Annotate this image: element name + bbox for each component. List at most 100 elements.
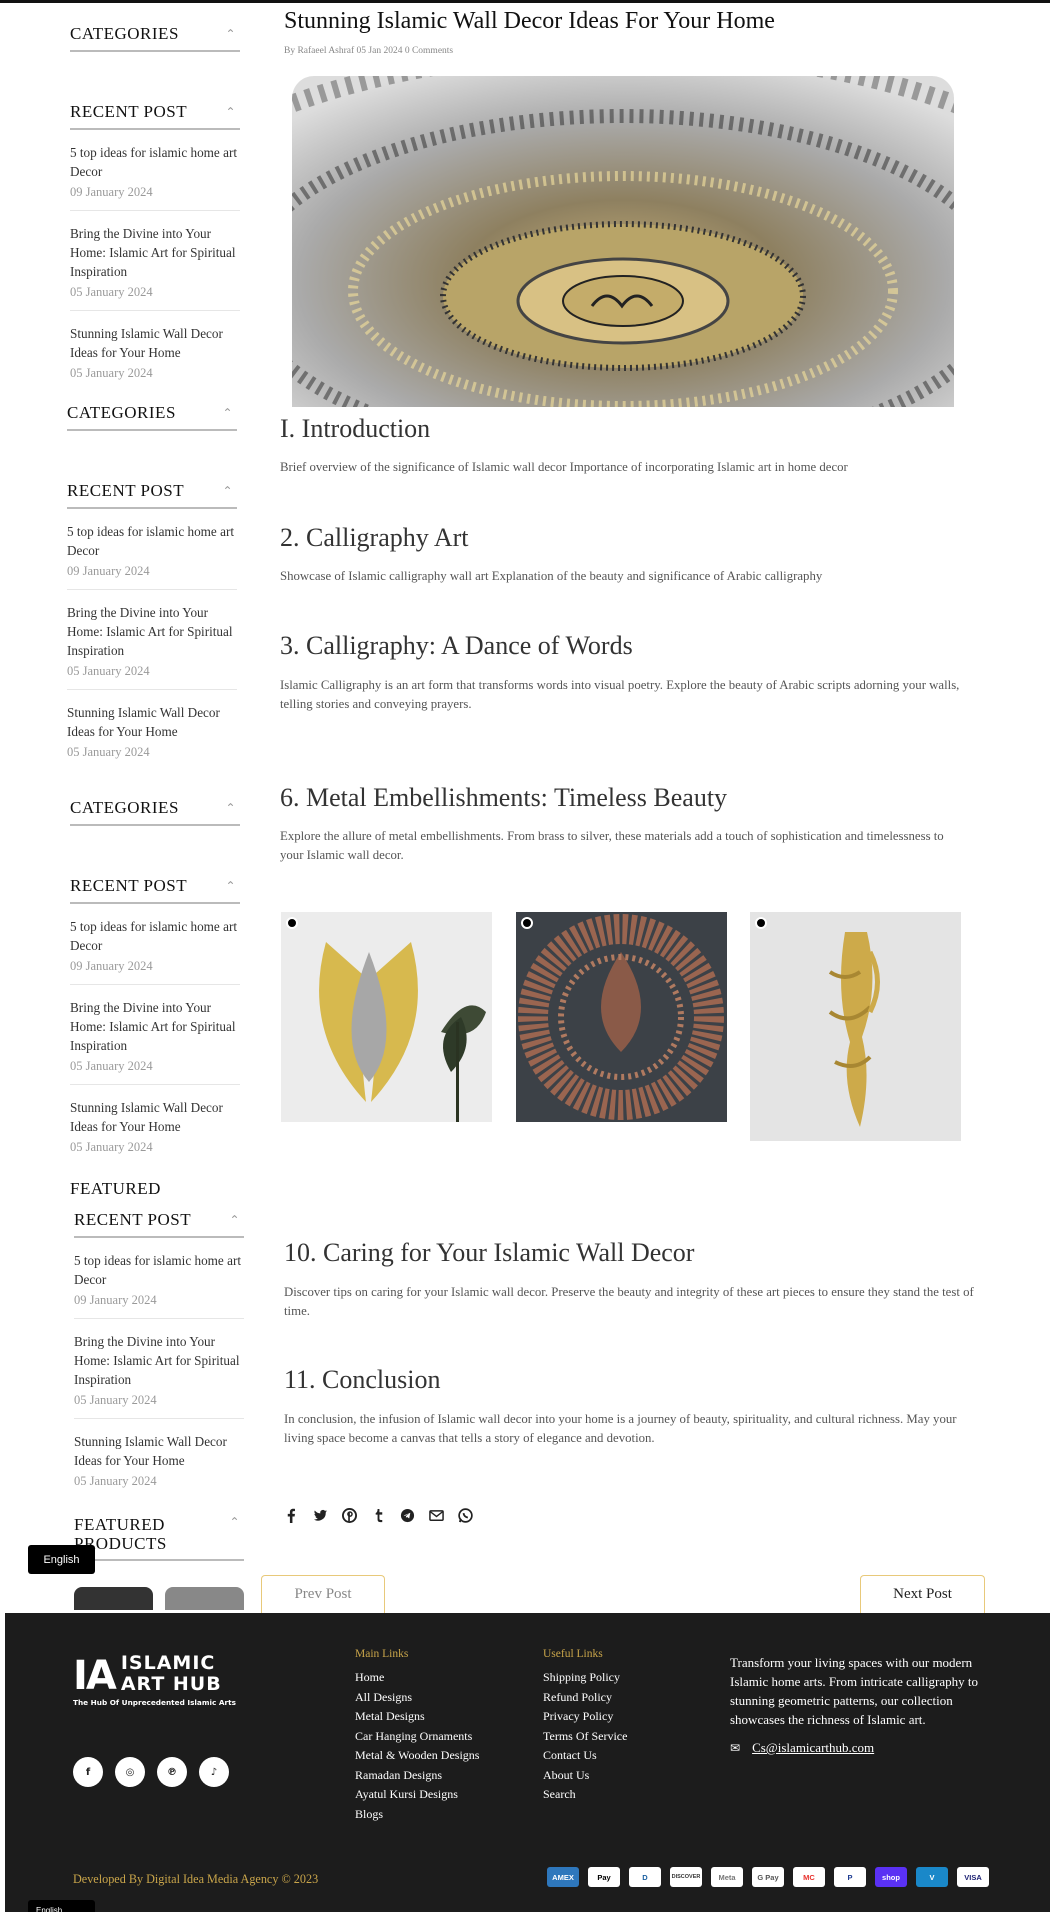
recent-post-item[interactable]: Stunning Islamic Wall Decor Ideas for Yo… — [74, 1432, 244, 1499]
next-post-button[interactable]: Next Post — [860, 1575, 985, 1613]
recent-post-item[interactable]: Bring the Divine into Your Home: Islamic… — [74, 1332, 244, 1419]
main-links-title: Main Links — [355, 1648, 409, 1660]
recent-post-header[interactable]: RECENT POST ⌃ — [70, 876, 240, 904]
recent-post-item[interactable]: Bring the Divine into Your Home: Islamic… — [70, 224, 240, 311]
post-title[interactable]: Bring the Divine into Your Home: Islamic… — [74, 1332, 244, 1389]
gallery-image[interactable] — [750, 912, 961, 1141]
developed-by[interactable]: Developed By Digital Idea Media Agency ©… — [73, 1872, 318, 1887]
useful-links-column: Useful Links Shipping Policy Refund Poli… — [543, 1648, 627, 1805]
gallery-select-dot[interactable] — [755, 917, 767, 929]
recent-post-item[interactable]: 5 top ideas for islamic home art Decor 09… — [70, 143, 240, 211]
recent-post-item[interactable]: 5 top ideas for islamic home art Decor 09… — [67, 522, 237, 590]
post-date: 09 January 2024 — [70, 959, 153, 973]
pinterest-icon[interactable]: ℗ — [157, 1757, 187, 1787]
recent-post-item[interactable]: 5 top ideas for islamic home art Decor 09… — [70, 917, 240, 985]
footer-link-metal-wooden[interactable]: Metal & Wooden Designs — [355, 1746, 479, 1766]
sidebar-block-3-inner: CATEGORIES ⌃ RECENT POST ⌃ 5 top ideas for… — [70, 798, 240, 1198]
section-text: Discover tips on caring for your Islamic… — [284, 1285, 974, 1318]
envelope-icon: ✉ — [730, 1741, 741, 1755]
chevron-up-icon: ⌃ — [229, 1515, 240, 1529]
tumblr-icon[interactable] — [371, 1508, 386, 1523]
recent-post-item[interactable]: Stunning Islamic Wall Decor Ideas for Yo… — [67, 703, 237, 770]
post-title[interactable]: 5 top ideas for islamic home art Decor — [67, 522, 237, 560]
post-title[interactable]: Stunning Islamic Wall Decor Ideas for Yo… — [70, 1098, 240, 1136]
pinterest-icon[interactable] — [342, 1508, 357, 1523]
sidebar-block-2: CATEGORIES ⌃ RECENT POST ⌃ 5 top ideas for… — [67, 403, 237, 770]
footer-link-contact[interactable]: Contact Us — [543, 1746, 627, 1766]
twitter-icon[interactable] — [313, 1508, 328, 1523]
recent-post-item[interactable]: 5 top ideas for islamic home art Decor 09… — [74, 1251, 244, 1319]
recent-post-item[interactable]: Bring the Divine into Your Home: Islamic… — [70, 998, 240, 1085]
footer-email[interactable]: ✉ Cs@islamicarthub.com — [730, 1740, 874, 1756]
prev-post-button[interactable]: Prev Post — [261, 1575, 385, 1613]
footer-link-all-designs[interactable]: All Designs — [355, 1688, 479, 1708]
chevron-up-icon: ⌃ — [225, 879, 236, 893]
categories-title: CATEGORIES — [70, 798, 179, 817]
categories-header[interactable]: CATEGORIES ⌃ — [67, 403, 237, 431]
footer-link-ayatul-kursi[interactable]: Ayatul Kursi Designs — [355, 1785, 479, 1805]
gallery-select-dot[interactable] — [521, 917, 533, 929]
featured-product-thumb[interactable] — [74, 1587, 153, 1610]
apple-pay-icon: Pay — [588, 1867, 620, 1887]
recent-post-header[interactable]: RECENT POST ⌃ — [67, 481, 237, 509]
footer-link-ramadan[interactable]: Ramadan Designs — [355, 1766, 479, 1786]
footer-link-blogs[interactable]: Blogs — [355, 1805, 479, 1825]
language-selector-bottom[interactable]: English — [28, 1900, 95, 1912]
email-link[interactable]: Cs@islamicarthub.com — [752, 1740, 874, 1756]
gallery-select-dot[interactable] — [286, 917, 298, 929]
footer-link-car-hanging[interactable]: Car Hanging Ornaments — [355, 1727, 479, 1747]
brand-logo[interactable]: IA ISLAMIC ART HUB The Hub Of Unpreceden… — [73, 1653, 236, 1708]
tiktok-icon[interactable]: ♪ — [199, 1757, 229, 1787]
section-text: Explore the allure of metal embellishmen… — [280, 829, 944, 862]
footer-link-search[interactable]: Search — [543, 1785, 627, 1805]
section-heading: 10. Caring for Your Islamic Wall Decor — [284, 1238, 695, 1267]
footer-link-metal-designs[interactable]: Metal Designs — [355, 1707, 479, 1727]
language-selector[interactable]: English — [28, 1545, 95, 1574]
post-date: 05 January 2024 — [70, 285, 153, 299]
footer-link-about[interactable]: About Us — [543, 1766, 627, 1786]
post-title[interactable]: Bring the Divine into Your Home: Islamic… — [70, 224, 240, 281]
post-title[interactable]: Bring the Divine into Your Home: Islamic… — [67, 603, 237, 660]
recent-post-item[interactable]: Stunning Islamic Wall Decor Ideas for Yo… — [70, 324, 240, 391]
post-title[interactable]: Bring the Divine into Your Home: Islamic… — [70, 998, 240, 1055]
article-meta: By Rafaeel Ashraf 05 Jan 2024 0 Comments — [284, 46, 454, 56]
email-icon[interactable] — [429, 1508, 444, 1523]
logo-mark-row: IA ISLAMIC ART HUB — [73, 1653, 236, 1697]
recent-post-title: RECENT POST — [70, 102, 188, 121]
post-date: 09 January 2024 — [70, 185, 153, 199]
copper-ring-wall-art-image — [516, 912, 727, 1122]
telegram-icon[interactable] — [400, 1508, 415, 1523]
post-title[interactable]: Stunning Islamic Wall Decor Ideas for Yo… — [70, 324, 240, 362]
featured-products-header[interactable]: FEATURED PRODUCTS ⌃ — [74, 1515, 244, 1561]
post-date: 05 January 2024 — [67, 745, 150, 759]
categories-header[interactable]: CATEGORIES ⌃ — [70, 24, 240, 52]
gallery-image[interactable] — [516, 912, 727, 1122]
whatsapp-icon[interactable] — [458, 1508, 473, 1523]
recent-post-title: RECENT POST — [67, 481, 185, 500]
footer-link-refund[interactable]: Refund Policy — [543, 1688, 627, 1708]
recent-post-header[interactable]: RECENT POST ⌃ — [70, 102, 240, 130]
chevron-up-icon: ⌃ — [225, 105, 236, 119]
footer-link-shipping[interactable]: Shipping Policy — [543, 1668, 627, 1688]
categories-header[interactable]: CATEGORIES ⌃ — [70, 798, 240, 826]
facebook-icon[interactable] — [284, 1508, 299, 1523]
footer-link-home[interactable]: Home — [355, 1668, 479, 1688]
facebook-icon[interactable]: f — [73, 1757, 103, 1787]
post-title[interactable]: Stunning Islamic Wall Decor Ideas for Yo… — [67, 703, 237, 741]
recent-post-item[interactable]: Stunning Islamic Wall Decor Ideas for Yo… — [70, 1098, 240, 1165]
post-date: 09 January 2024 — [67, 564, 150, 578]
visa-icon: VISA — [957, 1867, 989, 1887]
recent-post-header[interactable]: RECENT POST ⌃ — [74, 1210, 244, 1238]
post-title[interactable]: 5 top ideas for islamic home art Decor — [70, 917, 240, 955]
footer-link-privacy[interactable]: Privacy Policy — [543, 1707, 627, 1727]
gallery-image[interactable] — [281, 912, 492, 1122]
post-title[interactable]: 5 top ideas for islamic home art Decor — [74, 1251, 244, 1289]
section-text: Showcase of Islamic calligraphy wall art… — [280, 569, 823, 583]
chevron-up-icon: ⌃ — [222, 484, 233, 498]
recent-post-item[interactable]: Bring the Divine into Your Home: Islamic… — [67, 603, 237, 690]
post-title[interactable]: 5 top ideas for islamic home art Decor — [70, 143, 240, 181]
footer-link-terms[interactable]: Terms Of Service — [543, 1727, 627, 1747]
instagram-icon[interactable]: ◎ — [115, 1757, 145, 1787]
post-title[interactable]: Stunning Islamic Wall Decor Ideas for Yo… — [74, 1432, 244, 1470]
featured-product-thumb[interactable] — [165, 1587, 244, 1610]
